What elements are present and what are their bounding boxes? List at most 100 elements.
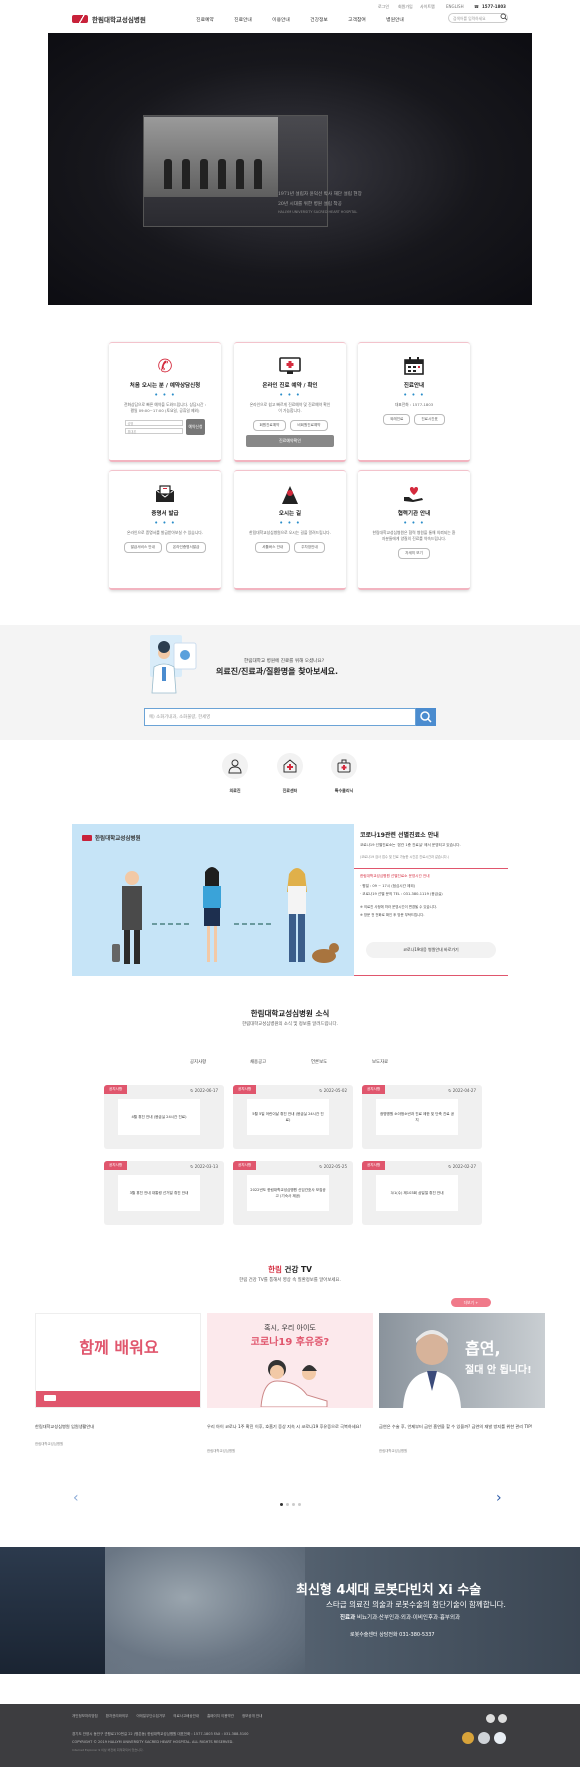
news-card[interactable]: 공지사항 ↻ 2022-05-02 5월 5일 어린이날 휴진 안내 (응급실 … [233, 1085, 353, 1149]
parking-button[interactable]: 주차장안내 [294, 542, 325, 553]
page-dot[interactable] [298, 1503, 301, 1506]
certification-badge-icon [462, 1732, 474, 1744]
schedule-button[interactable]: 진료시간표 [414, 414, 445, 425]
tv-more-button[interactable]: 더보기 + [451, 1298, 491, 1307]
outpatient-button[interactable]: 외래진료 [383, 414, 411, 425]
date-text: 2022-05-02 [323, 1088, 347, 1093]
video-title[interactable]: 한림대학교성심병원 입원생활안내 [35, 1423, 195, 1430]
online-certificate-button[interactable]: 온라인증명서발급 [165, 542, 207, 553]
card-desc: 한림대학교성심병원은 협력 병원을 통해 의뢰되는 환자분들에게 양질의 진료를… [372, 530, 456, 541]
header-search-input[interactable]: 검색어를 입력하세요 [448, 13, 508, 23]
video-thumbnail[interactable]: 함께 배워요 [35, 1313, 201, 1408]
check-reservation-button[interactable]: 진료예약확인 [246, 435, 334, 447]
center-icon[interactable] [277, 753, 303, 779]
hero-caption: 20년 시대를 위한 병원 설립 착공 [278, 202, 342, 207]
view-more-button[interactable]: 자세히 보기 [398, 548, 430, 559]
page-dot[interactable] [286, 1503, 289, 1506]
card-desc: 전화상담으로 빠른 예약을 도와드립니다. 상담시간 : 평일 09:00~17… [124, 402, 206, 413]
hospital-logo[interactable]: 한림대학교성심병원 [72, 12, 162, 26]
news-text: 광명병원 소아청소년과 진료 제한 및 단축 진료 공지 [376, 1099, 458, 1135]
doctor-icon[interactable] [222, 753, 248, 779]
robot-surgery-banner[interactable]: 최신형 4세대 로봇다빈치 Xi 수술 스타급 의료진 의술과 로봇수술의 첨단… [0, 1547, 580, 1674]
news-tab[interactable]: 보도자료 [372, 1059, 388, 1065]
footer-link[interactable]: 홈페이지 이용약관 [207, 1714, 234, 1719]
banner-contact: 로봇수술센터 상담전화 031-380-5337 [350, 1632, 435, 1638]
issuance-guide-button[interactable]: 발급서비스 안내 [123, 542, 162, 553]
phone-icon: ☎ [474, 4, 479, 9]
news-date: ↻ 2022-05-25 [319, 1164, 347, 1169]
chevron-right-icon[interactable]: › [496, 1490, 502, 1506]
covid-line: 코로나19 선별진료소는 '본관 1층 진료실' 에서 운영되고 있습니다. [360, 843, 461, 847]
thumb-text: 코로나19 후유증? [250, 1337, 330, 1348]
news-card[interactable]: 공지사항 ↻ 2022-06-17 4월 휴진 안내 (응급실 24시간 진료) [104, 1085, 224, 1149]
logo-mark-icon [82, 835, 92, 841]
video-title[interactable]: 우리 아이 코로나 1주 확진 이후, 호흡기 증상 지속 시 코로나19 후유… [207, 1423, 367, 1430]
map-pin-icon [278, 485, 302, 505]
quick-label[interactable]: 특수클리닉 [324, 788, 364, 794]
dept-label: 진료과 [340, 1615, 356, 1621]
quick-label[interactable]: 의료진 [215, 788, 255, 794]
join-link[interactable]: 회원가입 [398, 4, 413, 10]
carousel-pagination [280, 1503, 301, 1506]
sitemap-link[interactable]: 사이트맵 [420, 4, 435, 10]
covid-time: · 코로나19 선별 문의 TEL : 031-380-1119 (응급실) [360, 892, 443, 896]
thumb-text: 혹시, 우리 아이도 [264, 1324, 316, 1332]
page-dot[interactable] [292, 1503, 295, 1506]
login-link[interactable]: 로그인 [378, 4, 389, 10]
phone-input[interactable]: 휴대폰 [124, 428, 183, 434]
find-question: 한림대학교 병원에 진료를 위해 오셨나요? [244, 659, 325, 664]
youtube-icon[interactable] [498, 1714, 507, 1723]
nav-item[interactable]: 진료안내 [224, 16, 262, 23]
thumb-text: 흡연, [465, 1339, 501, 1358]
banner-departments: 진료과 비뇨기과·산부인과·외과·이비인후과·흉부외과 [340, 1613, 460, 1621]
clinic-kit-icon[interactable] [331, 753, 357, 779]
news-card[interactable]: 공지사항 ↻ 2022-05-25 2022년도 한림대학교성심병원 신임간호사… [233, 1161, 353, 1225]
news-tab[interactable]: 언론보도 [311, 1059, 327, 1065]
footer-link[interactable]: 환자권리와의무 [106, 1714, 129, 1719]
nav-item[interactable]: 진료예약 [186, 16, 224, 23]
name-input[interactable]: 성명 [124, 420, 183, 426]
chevron-left-icon[interactable]: ‹ [73, 1490, 79, 1506]
footer-link[interactable]: 개인정보처리방침 [72, 1714, 98, 1719]
doctor-search-button[interactable] [416, 708, 436, 726]
tv-title-rest: 건강 TV [284, 1265, 312, 1274]
video-thumbnail[interactable]: 흡연, 절대 안 됩니다! [379, 1313, 545, 1408]
hero-caption-en: HALLYM UNIVERSITY SACRED HEART HOSPITAL [278, 210, 358, 214]
news-card[interactable]: 공지사항 ↻ 2022-02-27 3/1(수) 제103회 삼일절 휴진 안내 [362, 1161, 482, 1225]
facebook-icon[interactable] [486, 1714, 495, 1723]
doctor-photo [403, 1330, 461, 1408]
quick-label[interactable]: 진료센터 [270, 788, 310, 794]
doctor-search-input[interactable]: 예) 소화기내과, 소화불량, 한세영 [144, 708, 416, 726]
news-tab[interactable]: 공지사항 [190, 1059, 206, 1065]
nav-item[interactable]: 고객참여 [338, 16, 376, 23]
news-title: 한림대학교성심병원 소식 [250, 1009, 330, 1018]
dots-divider: • • • [403, 391, 425, 399]
guest-reservation-button[interactable]: 비회원진료예약 [290, 420, 328, 431]
phone-number: 1577-1803 [482, 4, 506, 9]
news-card[interactable]: 공지사항 ↻ 2022-03-13 3월 휴진 안내 대통령 선거일 휴진 안내 [104, 1161, 224, 1225]
shuttle-button[interactable]: 셔틀버스 안내 [255, 542, 291, 553]
footer-link[interactable]: 이메일무단수집거부 [136, 1714, 165, 1719]
banner-sub: 스타급 의료진 의술과 로봇수술의 첨단기술이 함께합니다. [326, 1600, 506, 1609]
hero-caption: 1971년 설립자 윤덕선 박사 재단 설립 현장 [278, 192, 362, 197]
footer-link[interactable]: 의료사고배상안내 [173, 1714, 199, 1719]
hero-slideshow[interactable]: 1971년 설립자 윤덕선 박사 재단 설립 현장 20년 시대를 위한 병원 … [48, 33, 532, 305]
footer-link[interactable]: 정보공개 안내 [242, 1714, 262, 1719]
logo-mark-icon [44, 1395, 56, 1401]
page-dot[interactable] [280, 1503, 283, 1506]
reserve-request-button[interactable]: 예약신청 [185, 419, 206, 435]
covid-guide-button[interactable]: 코로나19대응 병원안내 바로가기 [366, 942, 496, 958]
video-thumbnail[interactable]: 혹시, 우리 아이도 코로나19 후유증? [207, 1313, 373, 1408]
news-tab[interactable]: 채용공고 [250, 1059, 266, 1065]
find-headline: 의료진/진료과/질환명을 찾아보세요. [216, 667, 339, 676]
video-title[interactable]: 금연은 수술 후, 언제부터 금연 흡연을 할 수 있을까? 금연의 재발 방지… [379, 1423, 543, 1430]
search-icon[interactable] [500, 13, 508, 21]
nav-item[interactable]: 건강정보 [300, 16, 338, 23]
news-card[interactable]: 공지사항 ↻ 2022-04-27 광명병원 소아청소년과 진료 제한 및 단축… [362, 1085, 482, 1149]
nav-item[interactable]: 병원안내 [376, 16, 414, 23]
covid-note: ※ 의료진 사정에 따라 운영시간이 변경될 수 있습니다. [360, 905, 437, 909]
language-select[interactable]: ENGLISH [446, 4, 464, 9]
member-reservation-button[interactable]: 회원진료예약 [252, 420, 287, 431]
news-date: ↻ 2022-06-17 [190, 1088, 218, 1093]
nav-item[interactable]: 이용안내 [262, 16, 300, 23]
